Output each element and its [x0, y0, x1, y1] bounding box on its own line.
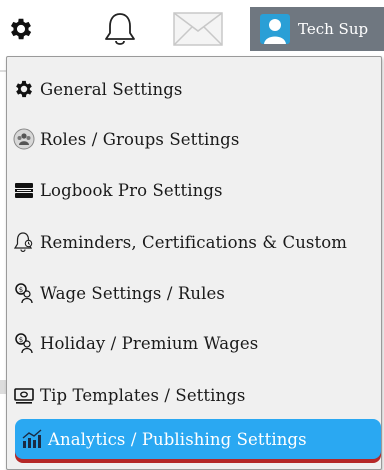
menu-item-label: Reminders, Certifications & Custom: [40, 232, 347, 252]
menu-item-general-settings[interactable]: General Settings: [13, 69, 373, 109]
menu-item-label: Analytics / Publishing Settings: [48, 429, 307, 449]
menu-item-label: General Settings: [40, 79, 183, 99]
menu-item-holiday-premium-wages[interactable]: $ Holiday / Premium Wages: [13, 323, 373, 363]
menu-item-label: Holiday / Premium Wages: [40, 333, 259, 353]
menu-item-label: Logbook Pro Settings: [40, 180, 223, 200]
holiday-wage-icon: $: [13, 332, 35, 354]
menu-item-wage-settings-rules[interactable]: $ Wage Settings / Rules: [13, 273, 373, 313]
roles-icon: [13, 128, 35, 150]
svg-text:$: $: [19, 286, 23, 294]
avatar: [260, 14, 290, 44]
menu-item-label: Wage Settings / Rules: [40, 283, 225, 303]
analytics-icon: [21, 428, 43, 450]
tip-icon: [13, 384, 35, 406]
reminder-bell-icon: [13, 231, 35, 253]
menu-item-roles-groups-settings[interactable]: Roles / Groups Settings: [13, 119, 373, 159]
menu-item-label: Tip Templates / Settings: [40, 385, 246, 405]
bell-icon[interactable]: [100, 10, 140, 48]
menu-item-tip-templates-settings[interactable]: Tip Templates / Settings: [13, 375, 373, 415]
gear-icon[interactable]: [6, 14, 36, 44]
user-name: Tech Sup: [298, 20, 369, 38]
logbook-icon: [13, 179, 35, 201]
gear-icon: [13, 78, 35, 100]
menu-item-logbook-pro-settings[interactable]: Logbook Pro Settings: [13, 170, 373, 210]
settings-dropdown-menu: General Settings Roles / Groups Settings…: [6, 56, 382, 470]
menu-item-label: Roles / Groups Settings: [40, 129, 240, 149]
mail-icon[interactable]: [172, 10, 224, 48]
menu-item-analytics-publishing-settings[interactable]: Analytics / Publishing Settings: [15, 419, 381, 459]
wage-icon: $: [13, 282, 35, 304]
menu-item-reminders-certifications-custom[interactable]: Reminders, Certifications & Custom: [13, 222, 373, 262]
user-menu-button[interactable]: Tech Sup: [250, 7, 384, 51]
top-bar: Tech Sup: [0, 0, 384, 56]
svg-text:$: $: [19, 336, 23, 344]
